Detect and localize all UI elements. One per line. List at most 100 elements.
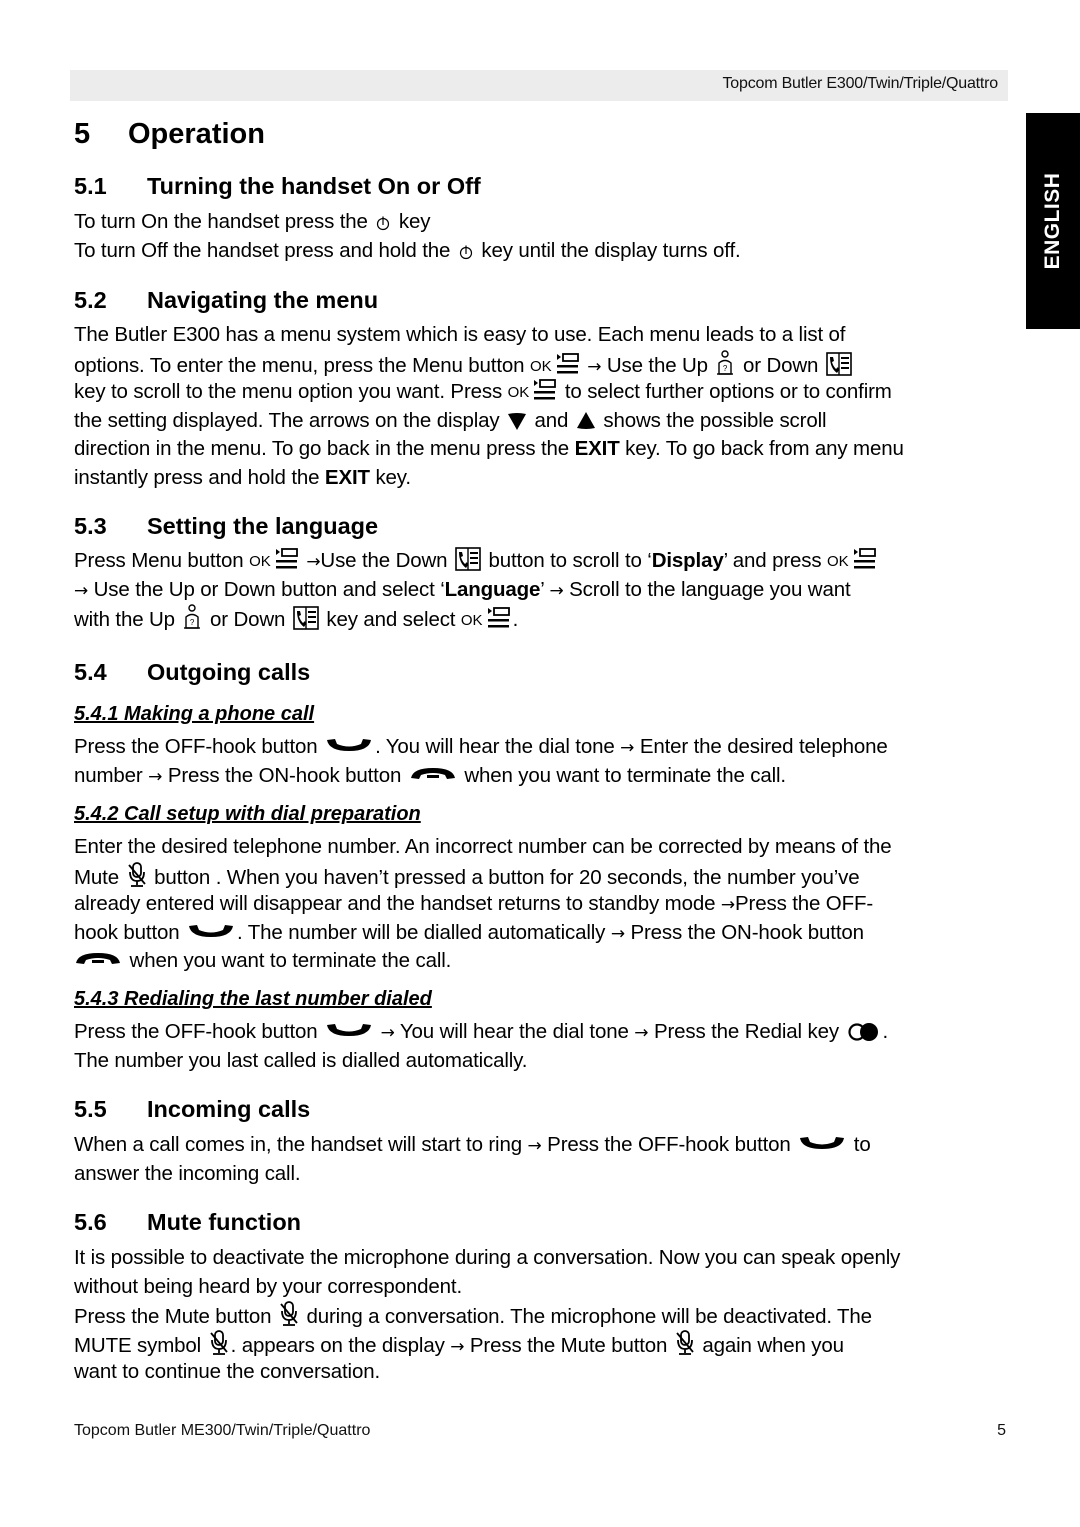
subsection-body-5-4-1: Press the OFF-hook button . You will hea…: [74, 733, 1009, 790]
page-number: 5: [997, 1422, 1006, 1439]
text: shows the possible scroll: [603, 408, 827, 432]
text: instantly press and hold the: [74, 465, 320, 489]
down-key-icon: [455, 547, 481, 571]
text: Press the ON-hook button: [167, 763, 402, 787]
section-number: 5.6: [74, 1209, 107, 1235]
text: . The number will be dialled automatical…: [237, 920, 606, 944]
section-heading-5-1: 5.1 Turning the handset On or Off: [74, 173, 481, 200]
off-hook-icon: [325, 737, 373, 753]
text: answer the incoming call.: [74, 1161, 301, 1185]
on-hook-icon: [409, 766, 457, 782]
text: Enter the desired telephone number. An i…: [74, 835, 892, 858]
text: key. To go back from any menu: [625, 437, 904, 460]
text: Scroll to the language you want: [569, 577, 851, 601]
text: Press the OFF-hook button: [74, 735, 318, 758]
text: Press the Redial key: [653, 1020, 839, 1043]
running-header: Topcom Butler E300/Twin/Triple/Quattro: [70, 70, 1008, 101]
arrow-icon: →: [620, 738, 635, 758]
section-title: Mute function: [147, 1209, 302, 1235]
chapter-heading: 5 Operation: [74, 118, 265, 151]
subsection-heading-5-4-3: 5.4.3 Redialing the last number dialed: [74, 988, 432, 1010]
chapter-number: 5: [74, 118, 91, 150]
text: .: [512, 608, 519, 631]
text: to select further options or to confirm: [564, 380, 892, 403]
text: and: [534, 408, 569, 432]
section-title: Setting the language: [147, 513, 379, 539]
text: to: [853, 1133, 871, 1156]
ok-label-icon: OK: [529, 357, 552, 375]
text: ’ and press: [723, 549, 822, 572]
subsection-heading-5-4-1: 5.4.1 Making a phone call: [74, 703, 315, 725]
chapter-title: Operation: [128, 118, 265, 150]
section-heading-5-6: 5.6 Mute function: [74, 1209, 301, 1236]
ok-label-icon: OK: [507, 384, 530, 401]
text: Use the Down: [320, 549, 448, 572]
text: key to scroll to the menu option you wan…: [74, 380, 503, 403]
text: key.: [375, 465, 411, 489]
arrow-icon: →: [610, 923, 625, 944]
text: want to continue the conversation.: [74, 1360, 381, 1383]
text: The Butler E300 has a menu system which …: [74, 323, 846, 346]
text: Press the Mute button: [469, 1333, 668, 1357]
text: during a conversation. The microphone wi…: [306, 1305, 873, 1328]
scroll-up-arrow-icon: [576, 411, 596, 431]
up-key-icon: [182, 604, 202, 630]
section-body-5-6: It is possible to deactivate the microph…: [74, 1244, 1009, 1387]
footer-title: Topcom Butler ME300/Twin/Triple/Quattro: [74, 1422, 371, 1439]
arrow-icon: →: [634, 1023, 649, 1043]
section-number: 5.5: [74, 1096, 107, 1122]
section-number: 5.1: [74, 173, 107, 199]
scroll-down-arrow-icon: [507, 411, 527, 431]
menu-option-language: Language: [444, 577, 541, 601]
text: Press the Mute button: [74, 1305, 272, 1328]
text: key and select: [326, 608, 456, 631]
arrow-icon: →: [306, 552, 321, 572]
section-title: Turning the handset On or Off: [147, 173, 481, 199]
text: when you want to terminate the call.: [464, 763, 786, 787]
text: Mute: [74, 865, 119, 889]
text: the setting displayed. The arrows on the…: [74, 408, 500, 432]
text: Press the OFF-hook button: [547, 1133, 791, 1156]
text: MUTE symbol: [74, 1333, 202, 1357]
menu-key-icon: [556, 352, 580, 376]
section-number: 5.3: [74, 513, 107, 539]
language-tab: ENGLISH: [1026, 113, 1080, 329]
text: The number you last called is dialled au…: [74, 1048, 528, 1072]
on-hook-icon: [74, 951, 122, 967]
section-heading-5-5: 5.5 Incoming calls: [74, 1096, 310, 1123]
section-body-5-3: Press Menu button OK →Use the Down butto…: [74, 547, 1009, 633]
mute-icon: [675, 1330, 695, 1356]
text: Press the OFF-hook button: [74, 1020, 318, 1043]
text: Use the Up or Down button and select ‘: [93, 577, 445, 601]
text: It is possible to deactivate the microph…: [74, 1246, 901, 1269]
arrow-icon: →: [587, 356, 602, 377]
text: Press the ON-hook button: [630, 920, 864, 944]
ok-label-icon: OK: [249, 553, 271, 570]
off-hook-icon: [187, 923, 235, 939]
menu-key-icon: [533, 378, 557, 402]
section-heading-5-3: 5.3 Setting the language: [74, 513, 378, 540]
ok-label-icon: OK: [827, 553, 849, 570]
power-key-icon: [458, 243, 474, 261]
section-number: 5.4: [74, 659, 107, 685]
arrow-icon: →: [450, 1336, 465, 1357]
ok-label-icon: OK: [460, 612, 483, 629]
text: or Down: [743, 353, 819, 377]
text: You will hear the dial tone: [399, 1020, 629, 1043]
section-heading-5-4: 5.4 Outgoing calls: [74, 659, 310, 686]
down-key-icon: [826, 352, 852, 376]
text: ’: [540, 577, 544, 601]
text: with the Up: [74, 608, 175, 631]
menu-key-icon: [275, 547, 299, 571]
arrow-icon: →: [549, 580, 564, 601]
mute-icon: [279, 1301, 299, 1327]
subsection-heading-5-4-2: 5.4.2 Call setup with dial preparation: [74, 803, 421, 825]
section-number: 5.2: [74, 287, 107, 313]
section-heading-5-2: 5.2 Navigating the menu: [74, 287, 378, 314]
exit-key-label: EXIT: [324, 465, 370, 489]
down-key-icon: [293, 606, 319, 630]
menu-key-icon: [853, 547, 877, 571]
up-key-icon: [715, 350, 735, 376]
language-tab-label: ENGLISH: [1041, 172, 1064, 270]
section-body-5-2: The Butler E300 has a menu system which …: [74, 321, 1009, 492]
